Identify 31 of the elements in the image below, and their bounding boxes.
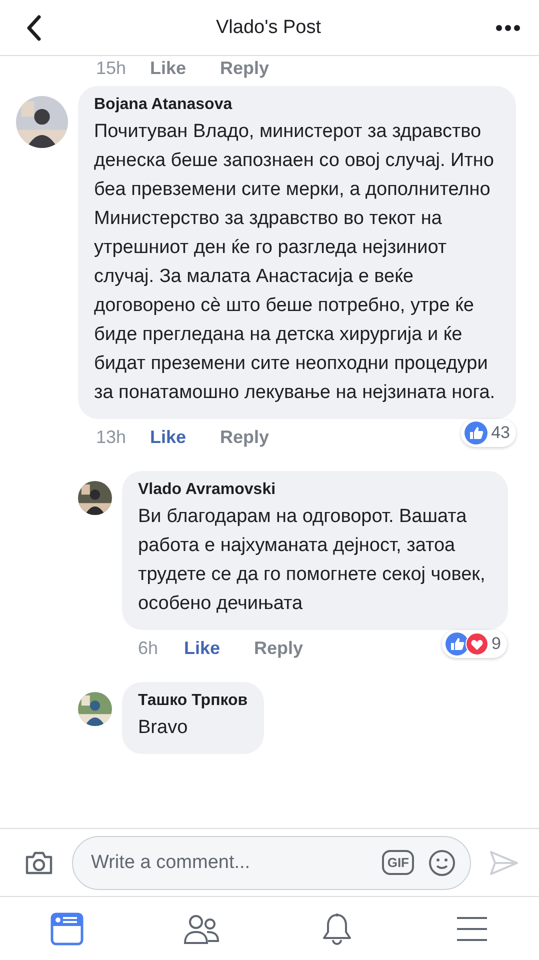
comment-time: 15h [96, 58, 128, 78]
reply-link[interactable]: Reply [220, 426, 270, 448]
friends-icon [184, 912, 220, 944]
like-link[interactable]: Like [150, 58, 186, 78]
post-title: Vlado's Post [216, 16, 322, 38]
avatar[interactable] [16, 96, 68, 148]
comment-text: Почитуван Владо, министерот за здравство денеска беше запознаен со овој случај. Итно беа превземени сите мерки, а дополнително Министерство за здравство во текот на утрешниот ден ќе го разгледа нејзиниот случај. За малата Анастасија е веќе договорено сѐ што беше потребно, утре ќе биде прегледана на детска хирургија и ќе бидат преземени сите неопходни процедури за понатамошно лекување на нејзината нога. [94, 120, 496, 405]
heart-reaction-icon [464, 632, 489, 656]
comment-author[interactable]: Ташко Трпков [138, 692, 248, 710]
reaction-summary[interactable]: 9 [442, 630, 507, 658]
comment-author[interactable]: Bojana Atanasova [94, 96, 500, 114]
like-reaction-icon [464, 421, 488, 445]
comment-text: Bravo [138, 716, 189, 740]
reply-link[interactable]: Reply [254, 638, 304, 658]
like-link[interactable]: Like [184, 638, 220, 658]
comment-author[interactable]: Vlado Avramovski [138, 481, 492, 499]
more-icon [495, 24, 521, 32]
avatar[interactable] [78, 692, 112, 726]
comment-text: Ви благодарам на одговорот. Вашата работа е најхуманата дејност, затоа трудете се да го помогнете секој човек, особено дечињата [138, 505, 486, 616]
reply-link[interactable]: Reply [220, 58, 270, 78]
like-link[interactable]: Like [150, 426, 186, 448]
reaction-summary[interactable]: 43 [461, 419, 516, 447]
comment-field[interactable]: Write a comment... GIF [72, 836, 471, 890]
gif-button[interactable]: GIF [382, 850, 414, 875]
comment-time: 6h [138, 638, 160, 658]
like-reaction-icon [444, 632, 469, 656]
news-feed-icon [50, 912, 84, 946]
avatar[interactable] [78, 481, 112, 515]
comment-time: 13h [96, 426, 128, 448]
menu-icon [454, 914, 489, 942]
bell-icon [320, 912, 353, 946]
